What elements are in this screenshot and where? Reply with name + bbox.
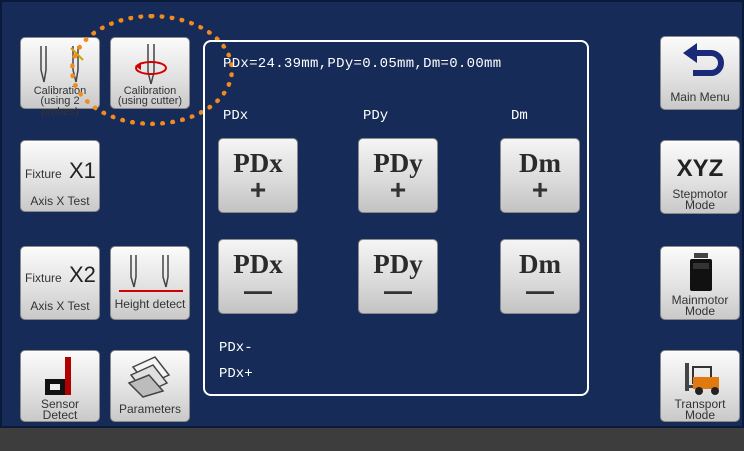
fixture-x1-number: X1 <box>69 158 96 183</box>
mainmotor-mode-button[interactable]: Mainmotor Mode <box>660 246 740 320</box>
fixture-x1-button[interactable]: Fixture X1 Axis X Test <box>20 140 100 212</box>
back-arrow-icon <box>683 43 724 76</box>
parameters-label: Parameters <box>118 402 182 416</box>
calibration-cutter-label-2: (using cutter) <box>117 95 183 107</box>
minus-sign: — <box>244 275 272 306</box>
pdy-plus-text: PDy <box>373 148 423 178</box>
dm-plus-button[interactable]: Dm + <box>500 138 580 213</box>
sensor-detect-label-2: Detect <box>42 408 78 422</box>
calibration-cutter-button[interactable]: Calibration (using cutter) <box>110 37 190 109</box>
stepmotor-label-2: Mode <box>684 198 716 212</box>
fixture-x2-number: X2 <box>69 262 96 287</box>
pdx-plus-button[interactable]: PDx + <box>218 138 298 213</box>
two-probes-icon <box>40 46 84 83</box>
parameters-button[interactable]: Parameters <box>110 350 190 422</box>
height-probes-icon <box>119 255 183 292</box>
dm-plus-text: Dm <box>519 148 561 178</box>
fixture-x2-sublabel: Axis X Test <box>30 299 90 313</box>
calibration-panel: PDx=24.39mm,PDy=0.05mm,Dm=0.00mm PDx PDy… <box>203 40 589 396</box>
bottom-bar <box>0 428 744 451</box>
sensor-detect-button[interactable]: Sensor Detect <box>20 350 100 422</box>
xyz-text: XYZ <box>676 155 724 182</box>
height-detect-label: Height detect <box>114 297 186 311</box>
transport-label-2: Mode <box>684 408 716 422</box>
minus-sign: — <box>384 275 412 306</box>
main-menu-label: Main Menu <box>670 90 730 104</box>
pdy-minus-text: PDy <box>373 249 423 279</box>
dm-minus-text: Dm <box>519 249 561 279</box>
pdx-minus-button[interactable]: PDx — <box>218 239 298 314</box>
calibration-status-readout: PDx=24.39mm,PDy=0.05mm,Dm=0.00mm <box>223 56 502 72</box>
sensor-icon <box>45 357 71 395</box>
column-label-pdx: PDx <box>223 108 249 124</box>
calibration-probes-label-2: (using 2 probes) <box>40 95 80 118</box>
log-line-1: PDx- <box>219 340 253 356</box>
pdy-plus-button[interactable]: PDy + <box>358 138 438 213</box>
fixture-x1-word: Fixture <box>25 167 62 181</box>
fixture-x2-button[interactable]: Fixture X2 Axis X Test <box>20 246 100 320</box>
plus-sign: + <box>389 174 407 205</box>
folder-icon <box>127 356 171 398</box>
motor-icon <box>690 253 712 291</box>
minus-sign: — <box>526 275 554 306</box>
fixture-x1-sublabel: Axis X Test <box>30 194 90 208</box>
fixture-x2-word: Fixture <box>25 271 62 285</box>
height-detect-button[interactable]: Height detect <box>110 246 190 320</box>
log-line-2: PDx+ <box>219 366 253 382</box>
cutter-rotation-icon <box>135 44 167 85</box>
mainmotor-label-2: Mode <box>684 304 716 318</box>
stepmotor-mode-button[interactable]: XYZ Stepmotor Mode <box>660 140 740 214</box>
pdx-plus-text: PDx <box>233 148 283 178</box>
column-label-pdy: PDy <box>363 108 389 124</box>
forklift-icon <box>685 363 719 395</box>
plus-sign: + <box>531 174 549 205</box>
pdy-minus-button[interactable]: PDy — <box>358 239 438 314</box>
calibration-2-probes-button[interactable]: Calibration (using 2 probes) <box>20 37 100 118</box>
column-label-dm: Dm <box>511 108 528 124</box>
main-menu-button[interactable]: Main Menu <box>660 36 740 110</box>
hmi-screen: Calibration (using 2 probes) Calibration… <box>0 0 744 428</box>
transport-mode-button[interactable]: Transport Mode <box>660 350 740 422</box>
dm-minus-button[interactable]: Dm — <box>500 239 580 314</box>
pdx-minus-text: PDx <box>233 249 283 279</box>
plus-sign: + <box>249 174 267 205</box>
